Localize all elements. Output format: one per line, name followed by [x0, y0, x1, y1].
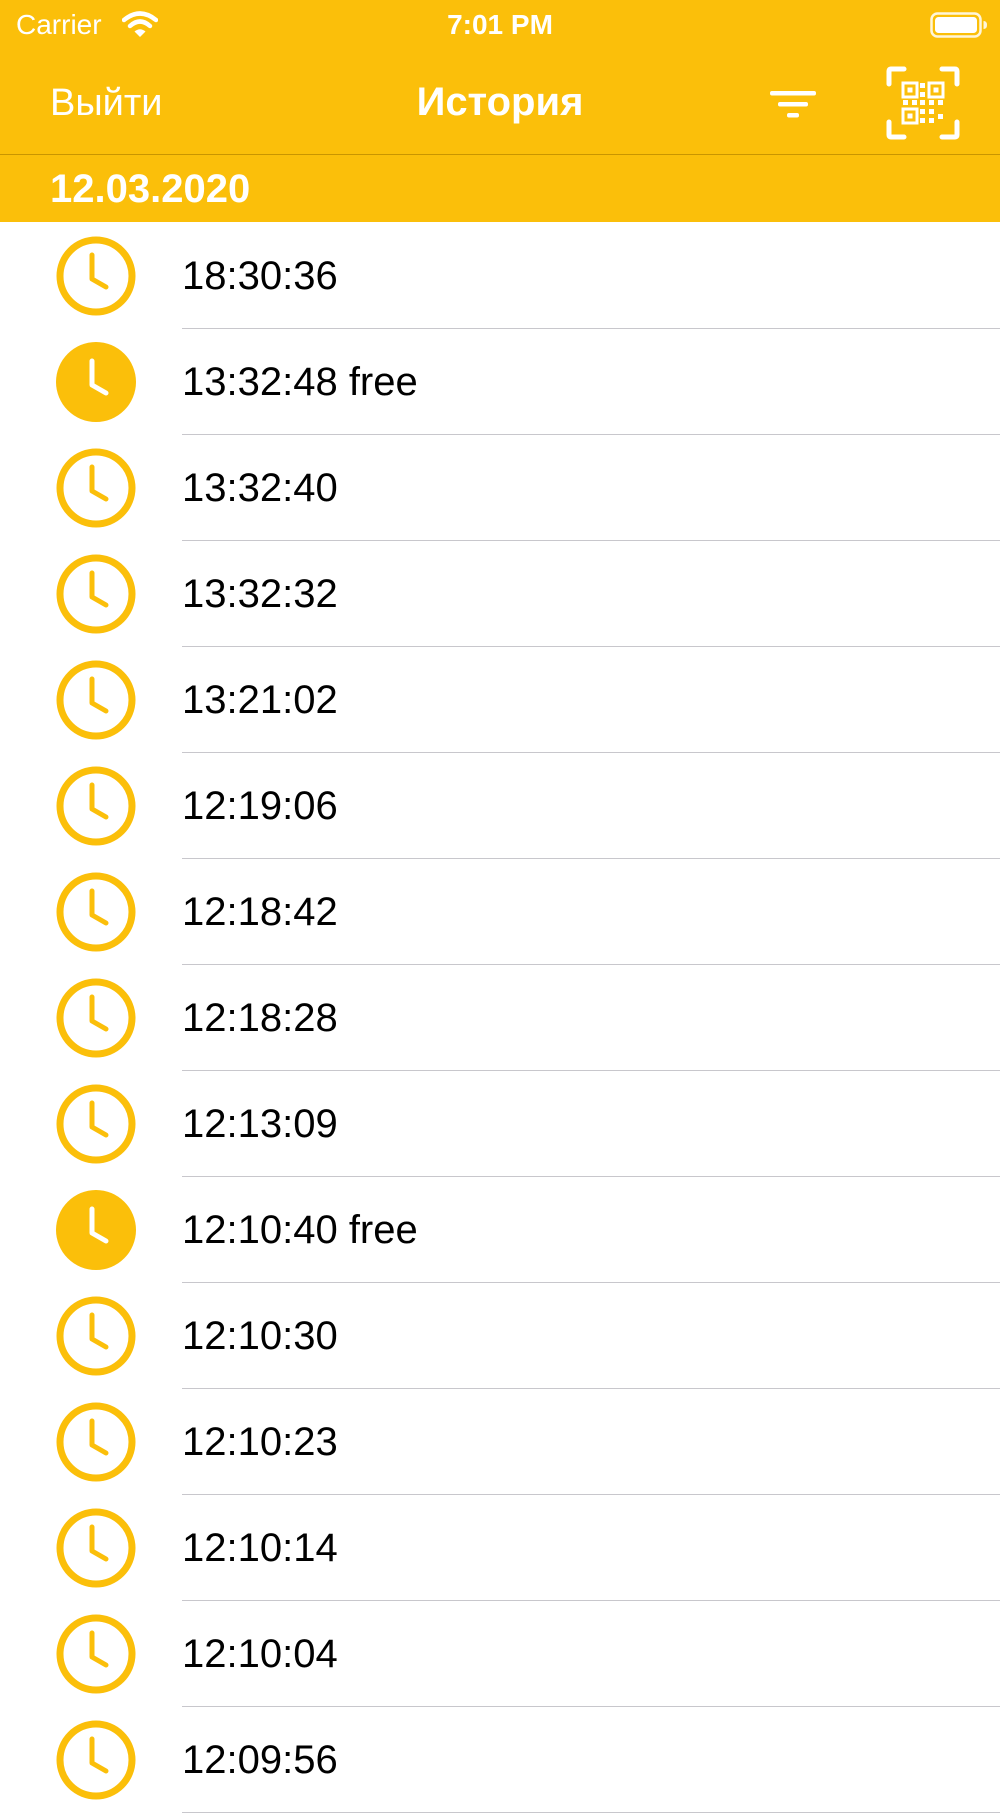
history-row-label: 13:32:32	[182, 572, 338, 616]
clock-icon	[56, 554, 136, 634]
clock-icon	[56, 236, 136, 316]
filter-icon	[770, 91, 816, 118]
history-row[interactable]: 13:32:32	[0, 541, 1000, 647]
qr-scan-button[interactable]	[886, 66, 960, 140]
history-row-label: 12:09:56	[182, 1738, 338, 1782]
history-row-label: 12:19:06	[182, 784, 338, 828]
history-row-label: 12:10:23	[182, 1420, 338, 1464]
history-row[interactable]: 12:18:28	[0, 965, 1000, 1071]
history-row[interactable]: 12:09:56	[0, 1707, 1000, 1813]
history-row[interactable]: 13:21:02	[0, 647, 1000, 753]
clock-icon	[56, 448, 136, 528]
history-row-label: 12:10:14	[182, 1526, 338, 1570]
history-row[interactable]: 12:10:30	[0, 1283, 1000, 1389]
clock-icon	[56, 1296, 136, 1376]
clock-icon	[56, 1720, 136, 1800]
history-row[interactable]: 12:10:04	[0, 1601, 1000, 1707]
clock-filled-icon	[56, 342, 136, 422]
clock-icon	[56, 1508, 136, 1588]
nav-bar: Выйти История	[0, 52, 1000, 155]
history-row-label: 12:13:09	[182, 1102, 338, 1146]
status-time: 7:01 PM	[447, 9, 553, 40]
section-date: 12.03.2020	[50, 167, 251, 211]
history-row[interactable]: 12:13:09	[0, 1071, 1000, 1177]
history-row[interactable]: 12:10:40 free	[0, 1177, 1000, 1283]
clock-icon	[56, 978, 136, 1058]
clock-icon	[56, 766, 136, 846]
clock-icon	[56, 1084, 136, 1164]
history-row-label: 13:32:40	[182, 466, 338, 510]
history-row-label: 12:10:40 free	[182, 1208, 418, 1252]
history-row[interactable]: 13:32:40	[0, 435, 1000, 541]
history-row[interactable]: 12:10:14	[0, 1495, 1000, 1601]
clock-filled-icon	[56, 1190, 136, 1270]
history-row[interactable]: 12:19:06	[0, 753, 1000, 859]
history-row-label: 13:32:48 free	[182, 360, 418, 404]
clock-icon	[56, 1402, 136, 1482]
section-header: 12.03.2020	[0, 155, 1000, 222]
history-row[interactable]: 12:10:23	[0, 1389, 1000, 1495]
qr-scan-icon	[886, 66, 960, 140]
battery-icon	[930, 12, 987, 38]
history-list: 18:30:36 13:32:48 free 13:32:40 13:32:32 13:…	[0, 223, 1000, 1813]
history-row-label: 12:18:28	[182, 996, 338, 1040]
clock-icon	[56, 660, 136, 740]
page-title: История	[416, 80, 584, 124]
filter-button[interactable]	[764, 74, 822, 132]
history-row-label: 12:10:30	[182, 1314, 338, 1358]
history-row[interactable]: 12:18:42	[0, 859, 1000, 965]
history-row[interactable]: 18:30:36	[0, 223, 1000, 329]
status-bar: Carrier 7:01 PM	[0, 0, 1000, 52]
clock-icon	[56, 1614, 136, 1694]
history-row-label: 12:18:42	[182, 890, 338, 934]
history-row-label: 12:10:04	[182, 1632, 338, 1676]
clock-icon	[56, 872, 136, 952]
history-row[interactable]: 13:32:48 free	[0, 329, 1000, 435]
history-row-label: 13:21:02	[182, 678, 338, 722]
history-row-label: 18:30:36	[182, 254, 338, 298]
